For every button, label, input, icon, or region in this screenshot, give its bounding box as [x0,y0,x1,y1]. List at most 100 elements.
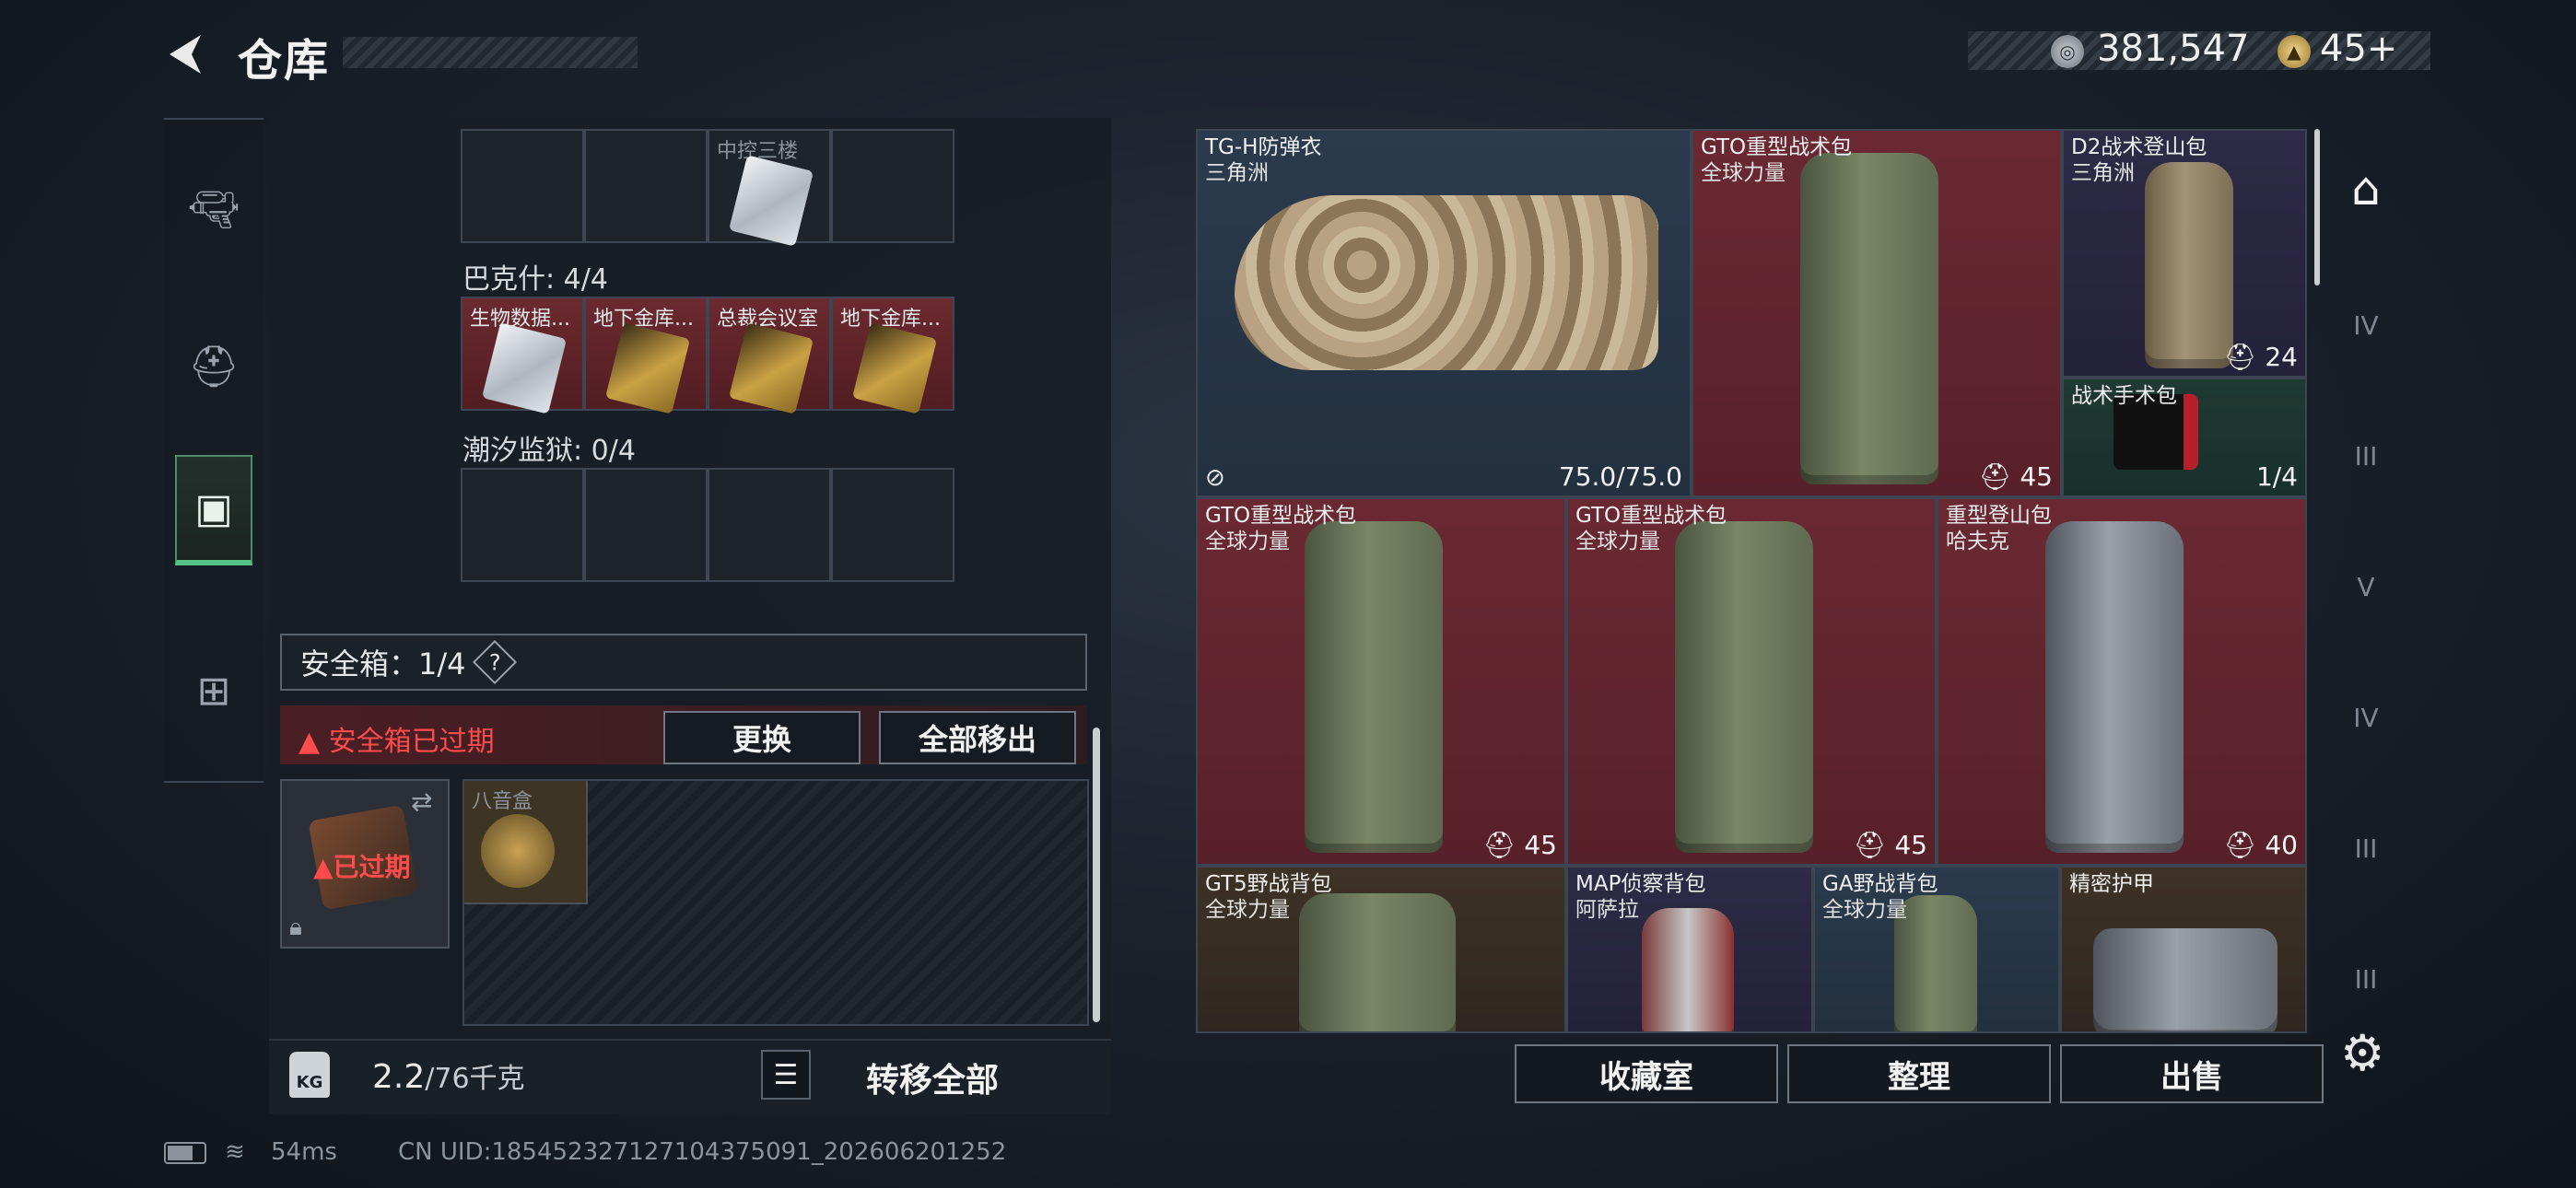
section-label: 巴克什: 4/4 [463,263,608,296]
capacity: ⛑︎ 40 [2223,830,2298,860]
equipment-tab[interactable]: ⛑︎ [175,311,252,422]
key-slot[interactable]: 地下金库... [584,297,708,414]
inventory-item[interactable]: GTO重型战术包 全球力量 ⛑︎ 45 [1196,497,1566,866]
uses: 1/4 [2255,461,2298,492]
safebox-slot[interactable]: ▲已过期 ⇄ 🔒︎ [280,779,450,949]
gear-bag-icon: ⛑︎ [188,344,240,390]
inventory-item[interactable]: 精密护甲 [2060,866,2307,1033]
key-name: 地下金库... [593,308,694,331]
title-decoration [343,37,638,68]
filter-nav: ⌂ IV III V IV III III [2322,129,2410,1022]
tier-filter-icon[interactable]: IV [2336,694,2395,740]
key-slot[interactable] [461,129,584,243]
inventory-item[interactable]: 重型登山包 哈夫克 ⛑︎ 40 [1937,497,2307,866]
inventory-item[interactable]: TG-H防弹衣 三角洲 ⊘ 75.0/75.0 [1196,129,1692,497]
capacity: ⛑︎ 45 [1978,461,2053,492]
coin-icon: ◎ [2051,35,2084,68]
inventory-item[interactable]: GT5野战背包 全球力量 [1196,866,1566,1033]
durability: 75.0/75.0 [1558,461,1682,492]
bakesh-key-row: 生物数据... 地下金库... 总裁会议室 地下金库... [461,297,954,414]
keycard-image [481,322,568,414]
backpack-image [2045,521,2184,853]
top-key-row: 中控三楼 [461,129,954,247]
pistol-icon: 🔫︎ [188,187,240,234]
tier-filter-icon[interactable]: III [2336,825,2395,871]
keycard-image [728,155,814,247]
key-slot[interactable]: 生物数据... [461,297,584,414]
list-icon[interactable]: ☰ [761,1050,811,1100]
tier-filter-icon[interactable]: III [2336,956,2395,1002]
uid-label: CN UID:18545232712710437509‌1_2026062012… [398,1138,1007,1166]
weight-icon: KG [289,1052,330,1098]
swap-icon[interactable]: ⇄ [411,786,432,817]
inventory-item[interactable]: GA野战背包 全球力量 [1813,866,2060,1033]
safebox-grid[interactable]: 八音盒 [463,779,1089,1026]
capacity: ⛑︎ 45 [1853,830,1927,860]
gear-icon[interactable]: ⚙ [2340,1024,2384,1082]
wifi-icon: ≋ [225,1138,245,1166]
keycard-image [604,322,691,414]
expired-warning: ▲ 安全箱已过期 [299,726,495,758]
replace-button[interactable]: 更换 [663,711,861,764]
token-amount[interactable]: 45+ [2320,28,2397,70]
warning-icon: ▲ [299,726,321,758]
inventory-item[interactable]: MAP侦察背包 阿萨拉 [1566,866,1813,1033]
backpack-image [1642,908,1734,1031]
key-slot[interactable]: 总裁会议室 [708,297,831,414]
inventory-item[interactable]: 战术手术包 1/4 [2062,378,2307,497]
sort-button[interactable]: 整理 [1787,1044,2051,1103]
all-items-icon[interactable]: ⌂ [2336,162,2395,215]
inventory-item[interactable]: 八音盒 [464,781,588,904]
lock-icon: 🔒︎ [289,914,302,941]
key-name: 中控三楼 [717,140,799,163]
key-name: 生物数据... [470,308,570,331]
capacity: ⛑︎ 45 [1482,830,1557,860]
armor-image [1235,195,1658,370]
backpack-image [1800,153,1938,484]
key-slot[interactable] [708,468,831,582]
key-slot[interactable] [584,468,708,582]
item-name: 八音盒 [472,790,533,813]
expired-tag: ▲已过期 [313,852,411,882]
move-all-out-button[interactable]: 全部移出 [879,711,1076,764]
collection-button[interactable]: 收藏室 [1515,1044,1778,1103]
tier-filter-icon[interactable]: V [2336,564,2395,610]
inventory-item[interactable]: GTO重型战术包 全球力量 ⛑︎ 45 [1692,129,2062,497]
back-arrow-icon[interactable] [164,31,210,77]
safebox-header: 安全箱：1/4 ? [280,634,1087,691]
page-title: 仓库 [238,35,331,87]
backpack-image [1675,521,1813,853]
item-grid: TG-H防弹衣 三角洲 ⊘ 75.0/75.0 GTO重型战术包 全球力量 ⛑︎ 4… [1196,129,2311,1033]
backpack-tab[interactable]: ▣ [175,455,252,565]
keycard-image [851,322,938,414]
key-slot[interactable]: 地下金库... [831,297,954,414]
no-repair-icon: ⊘ [1205,464,1225,492]
keycard-image [728,322,814,414]
key-slot[interactable]: 中控三楼 [708,129,831,247]
weapons-tab[interactable]: 🔫︎ [175,155,252,265]
inventory-item[interactable]: GTO重型战术包 全球力量 ⛑︎ 45 [1566,497,1937,866]
safebox-label: 安全箱：1/4 [300,646,466,681]
inventory-item[interactable]: D2战术登山包 三角洲 ⛑︎ 24 [2062,129,2307,378]
key-name: 总裁会议室 [717,308,819,331]
help-icon[interactable]: ? [472,639,517,685]
prison-key-row [461,468,954,582]
key-slot[interactable] [584,129,708,243]
tier-filter-icon[interactable]: III [2336,433,2395,479]
music-box-image [481,814,555,888]
transfer-all-button[interactable]: 转移全部 [866,1054,999,1101]
key-slot[interactable] [461,468,584,582]
key-slot[interactable] [831,468,954,582]
key-slot[interactable] [831,129,954,243]
left-scrollbar[interactable] [1093,728,1100,1022]
armor-image [2093,928,2277,1031]
tier-filter-icon[interactable]: IV [2336,302,2395,348]
money-amount: 381,547 [2097,28,2250,70]
toolbox-tab[interactable]: ⊞ [175,635,252,746]
sell-button[interactable]: 出售 [2060,1044,2324,1103]
capacity: ⛑︎ 24 [2223,342,2298,372]
weight-readout: 2.2/76千克 [372,1058,525,1096]
token-icon: ▲ [2277,35,2311,68]
right-scrollbar[interactable] [2314,129,2320,285]
backpack-image [1305,521,1443,853]
